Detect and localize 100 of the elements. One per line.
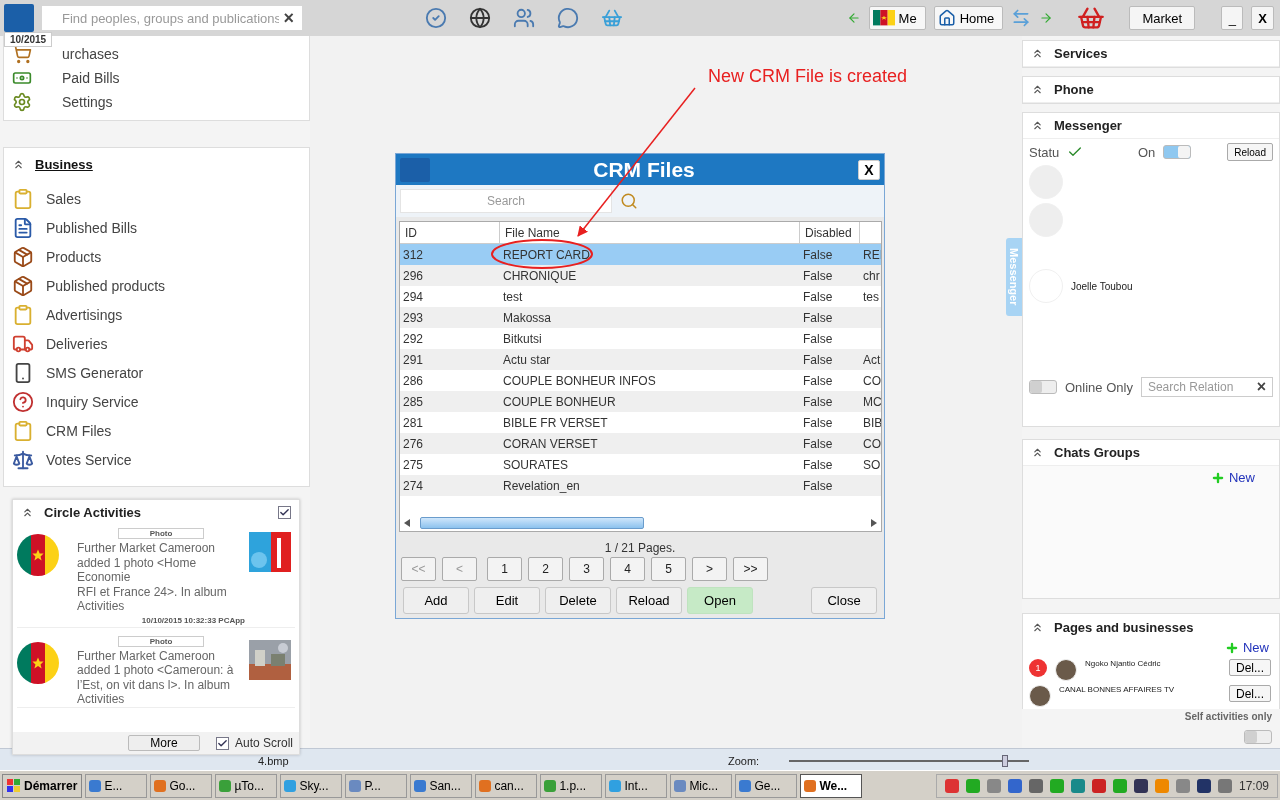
close-button[interactable]: Close: [811, 587, 877, 614]
collapse-icon[interactable]: [1031, 446, 1044, 459]
taskbar-button[interactable]: can...: [475, 773, 538, 798]
page-button[interactable]: >: [692, 557, 727, 581]
table-cell[interactable]: False: [800, 474, 860, 496]
scrollbar-thumb[interactable]: [420, 517, 644, 529]
close-button[interactable]: X: [1251, 6, 1274, 30]
tray-icon[interactable]: [1133, 778, 1148, 793]
minimize-button[interactable]: _: [1221, 6, 1244, 30]
column-header[interactable]: Disabled: [800, 221, 860, 244]
table-cell[interactable]: 291: [400, 348, 500, 370]
search-icon[interactable]: [620, 192, 638, 210]
table-cell[interactable]: False: [800, 348, 860, 370]
start-button[interactable]: Démarrer: [2, 773, 83, 798]
menu-item[interactable]: Published Bills: [12, 213, 301, 242]
clear-button[interactable]: ×: [1254, 378, 1268, 396]
toggle-switch[interactable]: [1163, 145, 1192, 159]
table-cell[interactable]: Actu star: [500, 348, 800, 370]
table-cell[interactable]: Act: [860, 348, 881, 370]
avatar[interactable]: [1029, 685, 1051, 707]
arrow-right-icon[interactable]: [1039, 11, 1054, 25]
people-icon[interactable]: [513, 7, 536, 29]
profile-button[interactable]: Me: [868, 6, 926, 30]
table-cell[interactable]: False: [800, 306, 860, 328]
table-cell[interactable]: chr: [860, 264, 881, 286]
page-button[interactable]: 4: [610, 557, 645, 581]
scroll-left-icon[interactable]: [404, 519, 410, 527]
table-cell[interactable]: 296: [400, 264, 500, 286]
checkbox[interactable]: [278, 505, 291, 519]
section-title[interactable]: Services: [1054, 46, 1108, 61]
close-button[interactable]: X: [858, 159, 880, 180]
menu-item[interactable]: Advertisings: [12, 300, 301, 329]
scroll-right-icon[interactable]: [871, 519, 877, 527]
contact-name[interactable]: Joelle Toubou: [1071, 280, 1133, 292]
chat-icon[interactable]: [557, 7, 580, 29]
page-button[interactable]: 1: [487, 557, 522, 581]
home-button[interactable]: Home: [933, 6, 1004, 30]
taskbar-button[interactable]: We...: [800, 773, 863, 798]
menu-item[interactable]: Votes Service: [12, 445, 301, 474]
badge-icon[interactable]: [425, 7, 448, 29]
table-cell[interactable]: False: [800, 432, 860, 454]
page-button[interactable]: 3: [569, 557, 604, 581]
arrow-left-icon[interactable]: [846, 11, 861, 25]
taskbar-button[interactable]: Mic...: [670, 773, 733, 798]
search-field[interactable]: Search: [400, 189, 612, 213]
page-name[interactable]: CANAL BONNES AFFAIRES TV: [1059, 685, 1221, 694]
table-cell[interactable]: 274: [400, 474, 500, 496]
reload-button[interactable]: Reload: [1227, 143, 1273, 161]
menu-item[interactable]: Published products: [12, 271, 301, 300]
toggle-switch[interactable]: [1029, 380, 1057, 394]
table-cell[interactable]: 276: [400, 432, 500, 454]
taskbar-button[interactable]: Sky...: [280, 773, 343, 798]
taskbar-button[interactable]: P...: [345, 773, 408, 798]
table-cell[interactable]: False: [800, 264, 860, 286]
action-button[interactable]: Reload: [616, 587, 682, 614]
table-cell[interactable]: Revelation_en: [500, 474, 800, 496]
action-button[interactable]: Open: [687, 587, 753, 614]
section-title[interactable]: Business: [35, 156, 93, 172]
column-header[interactable]: ID: [400, 221, 500, 244]
menu-item[interactable]: Inquiry Service: [12, 387, 301, 416]
action-button[interactable]: Add: [403, 587, 469, 614]
checkbox[interactable]: [215, 736, 229, 750]
table-cell[interactable]: COUPLE BONHEUR: [500, 390, 800, 412]
taskbar-button[interactable]: 1.p...: [540, 773, 603, 798]
tray-icon[interactable]: [1196, 778, 1211, 793]
taskbar-button[interactable]: Int...: [605, 773, 668, 798]
section-title[interactable]: Pages and businesses: [1054, 619, 1194, 635]
collapse-icon[interactable]: [1031, 83, 1044, 96]
table-cell[interactable]: [860, 474, 881, 496]
action-button[interactable]: Edit: [474, 587, 540, 614]
taskbar-button[interactable]: µTo...: [215, 773, 278, 798]
table-cell[interactable]: False: [800, 390, 860, 412]
table-cell[interactable]: Makossa: [500, 306, 800, 328]
table-cell[interactable]: REI: [860, 243, 881, 265]
page-button[interactable]: 2: [528, 557, 563, 581]
table-cell[interactable]: 285: [400, 390, 500, 412]
page-name[interactable]: Ngoko Njantio Cédric: [1085, 659, 1221, 668]
page-button[interactable]: >>: [733, 557, 768, 581]
action-button[interactable]: Delete: [545, 587, 611, 614]
taskbar-button[interactable]: Go...: [150, 773, 213, 798]
menu-item[interactable]: SMS Generator: [12, 358, 301, 387]
table-cell[interactable]: CO: [860, 432, 881, 454]
page-button[interactable]: 5: [651, 557, 686, 581]
tray-icon[interactable]: [1091, 778, 1106, 793]
section-title[interactable]: Phone: [1054, 82, 1094, 97]
menu-item[interactable]: Products: [12, 242, 301, 271]
taskbar-button[interactable]: Ge...: [735, 773, 798, 798]
menu-item[interactable]: Paid Bills: [12, 66, 301, 90]
column-header[interactable]: File Name: [500, 221, 800, 244]
tray-icon[interactable]: [1028, 778, 1043, 793]
table-cell[interactable]: MC: [860, 390, 881, 412]
tray-icon[interactable]: [1007, 778, 1022, 793]
relation-search-field[interactable]: Search Relation ×: [1140, 377, 1273, 397]
market-button[interactable]: Market: [1129, 6, 1196, 30]
del-button[interactable]: Del...: [1229, 659, 1271, 676]
collapse-icon[interactable]: [1031, 119, 1044, 132]
taskbar-button[interactable]: San...: [410, 773, 473, 798]
menu-item[interactable]: CRM Files: [12, 416, 301, 445]
toggle-switch[interactable]: [1244, 730, 1272, 744]
menu-item[interactable]: Settings: [12, 90, 301, 114]
